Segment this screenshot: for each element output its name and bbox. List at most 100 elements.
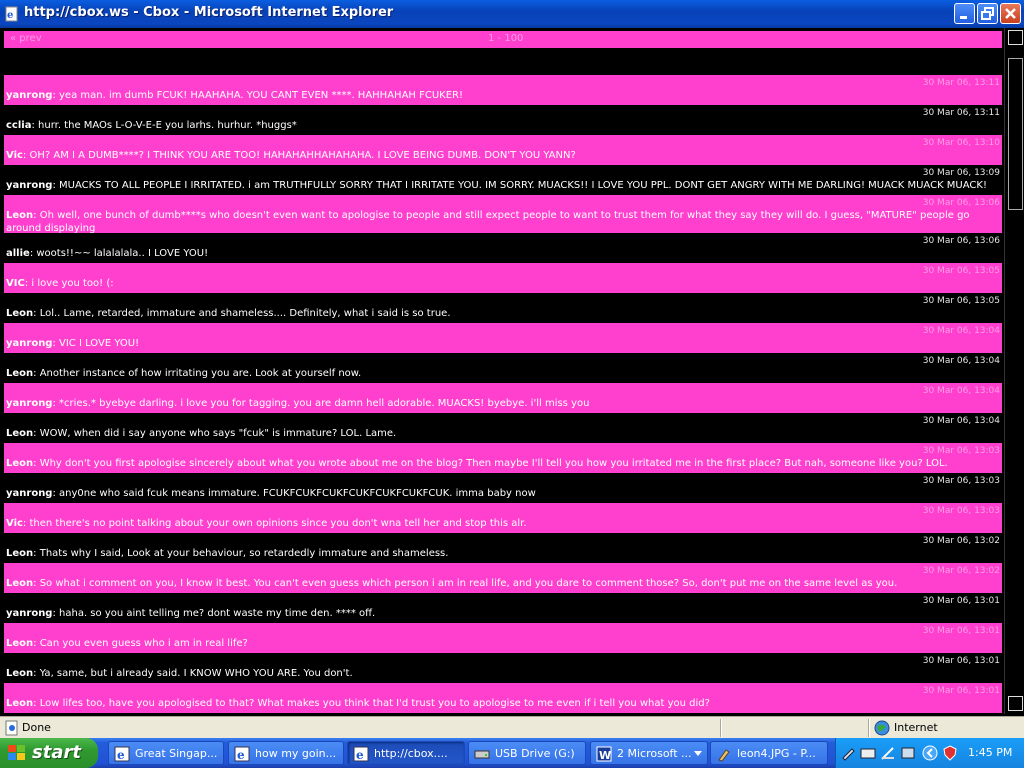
message-body: : Lol.. Lame, retarded, immature and sha… [33, 308, 451, 319]
svg-text:e: e [117, 748, 125, 762]
message-text: Leon: Oh well, one bunch of dumb****s wh… [6, 209, 996, 235]
taskbar-button-label: USB Drive (G:) [495, 747, 575, 760]
message-body: : then there's no point talking about yo… [22, 518, 527, 529]
windows-flag-icon [8, 745, 25, 760]
message-row: 30 Mar 06, 13:11 cclia: hurr. the MAOs L-… [4, 105, 1002, 135]
message-row: 30 Mar 06, 13:03 yanrong: any0ne who said… [4, 473, 1002, 503]
device-icon[interactable] [900, 745, 916, 761]
message-text: Leon: So what i comment on you, I know i… [6, 577, 996, 590]
message-author: cclia [6, 120, 32, 131]
message-text: yanrong: haha. so you aint telling me? d… [6, 607, 996, 620]
message-body: : woots!!~~ lalalalala.. I LOVE YOU! [29, 248, 209, 259]
pagination-bar: « prev 1 - 100 [4, 31, 1002, 48]
clock[interactable]: 1:45 PM [968, 746, 1012, 759]
chevron-left-icon[interactable] [922, 745, 938, 761]
message-row: 30 Mar 06, 13:04 yanrong: *cries.* byebye… [4, 383, 1002, 413]
message-author: Leon [6, 368, 34, 379]
taskbar-button-label: how my goin... [255, 747, 337, 760]
message-body: : Can you even guess who i am in real li… [33, 638, 248, 649]
globe-icon [874, 720, 890, 736]
taskbar-button[interactable]: e Great Singap... [108, 741, 224, 765]
message-row: 30 Mar 06, 13:10 Vic: OH? AM I A DUMB****… [4, 135, 1002, 165]
system-tray: 1:45 PM [835, 738, 1024, 768]
minimize-icon [960, 16, 967, 19]
restore-button[interactable] [977, 3, 998, 24]
vertical-scrollbar[interactable] [1004, 28, 1024, 714]
message-body: : Another instance of how irritating you… [33, 368, 362, 379]
minimize-button[interactable] [954, 3, 975, 24]
message-text: VIC: i love you too! (: [6, 277, 996, 290]
message-author: yanrong [6, 90, 53, 101]
message-author: Vic [6, 150, 23, 161]
ie-page-icon: e [5, 6, 18, 22]
message-body: : i love you too! (: [24, 278, 114, 289]
message-row: 30 Mar 06, 13:01 Leon: Low lifes too, hav… [4, 683, 1002, 713]
taskbar-button[interactable]: W 2 Microsoft ... [590, 741, 708, 765]
ie-icon: e [353, 746, 369, 762]
page-range: 1 - 100 [488, 33, 524, 44]
message-row: 30 Mar 06, 13:04 yanrong: VIC I LOVE YOU! [4, 323, 1002, 353]
message-text: Leon: Low lifes too, have you apologised… [6, 697, 996, 710]
message-author: Leon [6, 210, 34, 221]
taskbar-button[interactable]: leon4.JPG - P... [710, 741, 828, 765]
start-label: start [32, 742, 81, 763]
scroll-thumb[interactable] [1008, 58, 1023, 210]
svg-text:e: e [356, 748, 364, 762]
message-text: Leon: Ya, same, but i already said. I KN… [6, 667, 996, 680]
message-author: allie [6, 248, 30, 259]
message-body: : yea man. im dumb FCUK! HAAHAHA. YOU CA… [52, 90, 463, 101]
ie-icon: e [114, 746, 130, 762]
message-author: Leon [6, 578, 34, 589]
message-row: 30 Mar 06, 13:05 Leon: Lol.. Lame, retard… [4, 293, 1002, 323]
message-text: Leon: Can you even guess who i am in rea… [6, 637, 996, 650]
svg-text:e: e [237, 748, 245, 762]
restore-icon [981, 7, 994, 20]
message-row: 30 Mar 06, 13:02 Leon: So what i comment … [4, 563, 1002, 593]
message-body: : hurr. the MAOs L-O-V-E-E you larhs. hu… [31, 120, 297, 131]
message-row: 30 Mar 06, 13:09 yanrong: MUACKS TO ALL P… [4, 165, 1002, 195]
window-title: http://cbox.ws - Cbox - Microsoft Intern… [24, 5, 394, 20]
taskbar-button-label: Great Singap... [135, 747, 218, 760]
message-body: : Thats why I said, Look at your behavio… [33, 548, 449, 559]
message-author: yanrong [6, 488, 53, 499]
svg-text:e: e [7, 10, 13, 21]
message-row: 30 Mar 06, 13:02 Leon: Thats why I said, … [4, 533, 1002, 563]
message-row: 30 Mar 06, 13:01 Leon: Ya, same, but i al… [4, 653, 1002, 683]
window-title-bar[interactable]: e http://cbox.ws - Cbox - Microsoft Inte… [0, 0, 1024, 28]
writing-pad-icon[interactable] [880, 745, 896, 761]
taskbar-button[interactable]: e http://cbox.... [347, 741, 465, 765]
message-text: Leon: Thats why I said, Look at your beh… [6, 547, 996, 560]
message-text: yanrong: any0ne who said fcuk means imma… [6, 487, 996, 500]
message-body: : Oh well, one bunch of dumb****s who do… [6, 210, 970, 234]
start-button[interactable]: start [0, 738, 98, 768]
taskbar-button-label: leon4.JPG - P... [737, 747, 816, 760]
message-body: : Why don't you first apologise sincerel… [33, 458, 948, 469]
message-text: Leon: Lol.. Lame, retarded, immature and… [6, 307, 996, 320]
close-button[interactable] [1000, 3, 1021, 24]
pen-tool-icon[interactable] [840, 745, 856, 761]
message-text: cclia: hurr. the MAOs L-O-V-E-E you larh… [6, 119, 996, 132]
taskbar-button[interactable]: USB Drive (G:) [468, 741, 586, 765]
shield-icon[interactable] [942, 745, 958, 761]
message-author: Leon [6, 668, 34, 679]
page-done-icon [5, 720, 18, 736]
message-author: Leon [6, 548, 34, 559]
message-author: Vic [6, 518, 23, 529]
prev-link[interactable]: « prev [10, 33, 42, 44]
scroll-up-arrow[interactable] [1008, 30, 1023, 45]
message-text: allie: woots!!~~ lalalalala.. I LOVE YOU… [6, 247, 996, 260]
taskbar: start e Great Singap... e how my goin... e ht… [0, 738, 1024, 768]
cbox-content: « prev 1 - 100 30 Mar 06, 13:11 yanrong: … [0, 28, 1004, 714]
message-row: 30 Mar 06, 13:01 yanrong: haha. so you ai… [4, 593, 1002, 623]
message-row: 30 Mar 06, 13:06 allie: woots!!~~ lalalal… [4, 233, 1002, 263]
scroll-down-arrow[interactable] [1008, 696, 1023, 711]
ie-icon: e [234, 746, 250, 762]
message-text: Vic: OH? AM I A DUMB****? I THINK YOU AR… [6, 149, 996, 162]
message-text: Leon: Why don't you first apologise sinc… [6, 457, 996, 470]
message-author: yanrong [6, 398, 53, 409]
keyboard-icon[interactable] [860, 745, 876, 761]
taskbar-button[interactable]: e how my goin... [228, 741, 344, 765]
message-row: 30 Mar 06, 13:06 Leon: Oh well, one bunch… [4, 195, 1002, 235]
word-icon: W [596, 746, 612, 762]
message-body: : *cries.* byebye darling. i love you fo… [52, 398, 590, 409]
